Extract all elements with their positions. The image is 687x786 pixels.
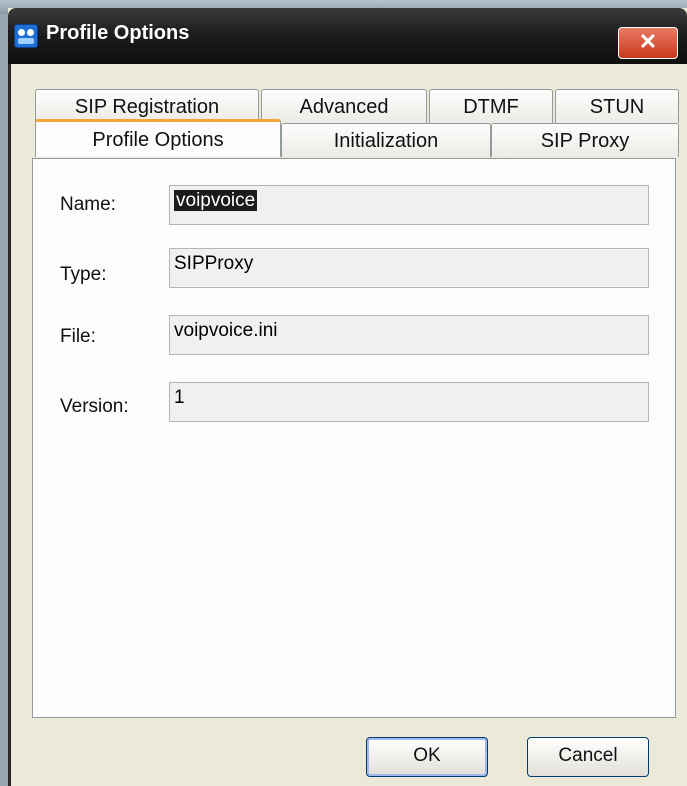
close-button[interactable]: ✕ bbox=[618, 27, 678, 59]
version-label: Version: bbox=[60, 396, 129, 417]
app-icon bbox=[14, 24, 38, 48]
name-label: Name: bbox=[60, 194, 116, 215]
file-label: File: bbox=[60, 326, 96, 347]
tab-sip-registration[interactable]: SIP Registration bbox=[35, 89, 259, 123]
name-value: voipvoice bbox=[174, 190, 258, 211]
tab-advanced[interactable]: Advanced bbox=[261, 89, 427, 123]
file-field[interactable]: voipvoice.ini bbox=[169, 315, 649, 355]
type-field[interactable]: SIPProxy bbox=[169, 248, 649, 288]
cancel-button[interactable]: Cancel bbox=[527, 737, 649, 777]
tab-stun[interactable]: STUN bbox=[555, 89, 679, 123]
tab-dtmf[interactable]: DTMF bbox=[429, 89, 553, 123]
title-bar[interactable]: Profile Options ✕ bbox=[8, 8, 687, 64]
ok-button[interactable]: OK bbox=[366, 737, 488, 777]
tab-sip-proxy[interactable]: SIP Proxy bbox=[491, 123, 679, 157]
name-field[interactable]: voipvoice bbox=[169, 185, 649, 225]
version-field[interactable]: 1 bbox=[169, 382, 649, 422]
profile-options-dialog: Profile Options ✕ SIP Registration Advan… bbox=[8, 8, 687, 786]
window-title: Profile Options bbox=[46, 22, 190, 44]
tab-profile-options[interactable]: Profile Options bbox=[35, 119, 281, 157]
tab-initialization[interactable]: Initialization bbox=[281, 123, 491, 157]
tab-panel-profile-options bbox=[32, 158, 676, 718]
type-label: Type: bbox=[60, 264, 107, 285]
